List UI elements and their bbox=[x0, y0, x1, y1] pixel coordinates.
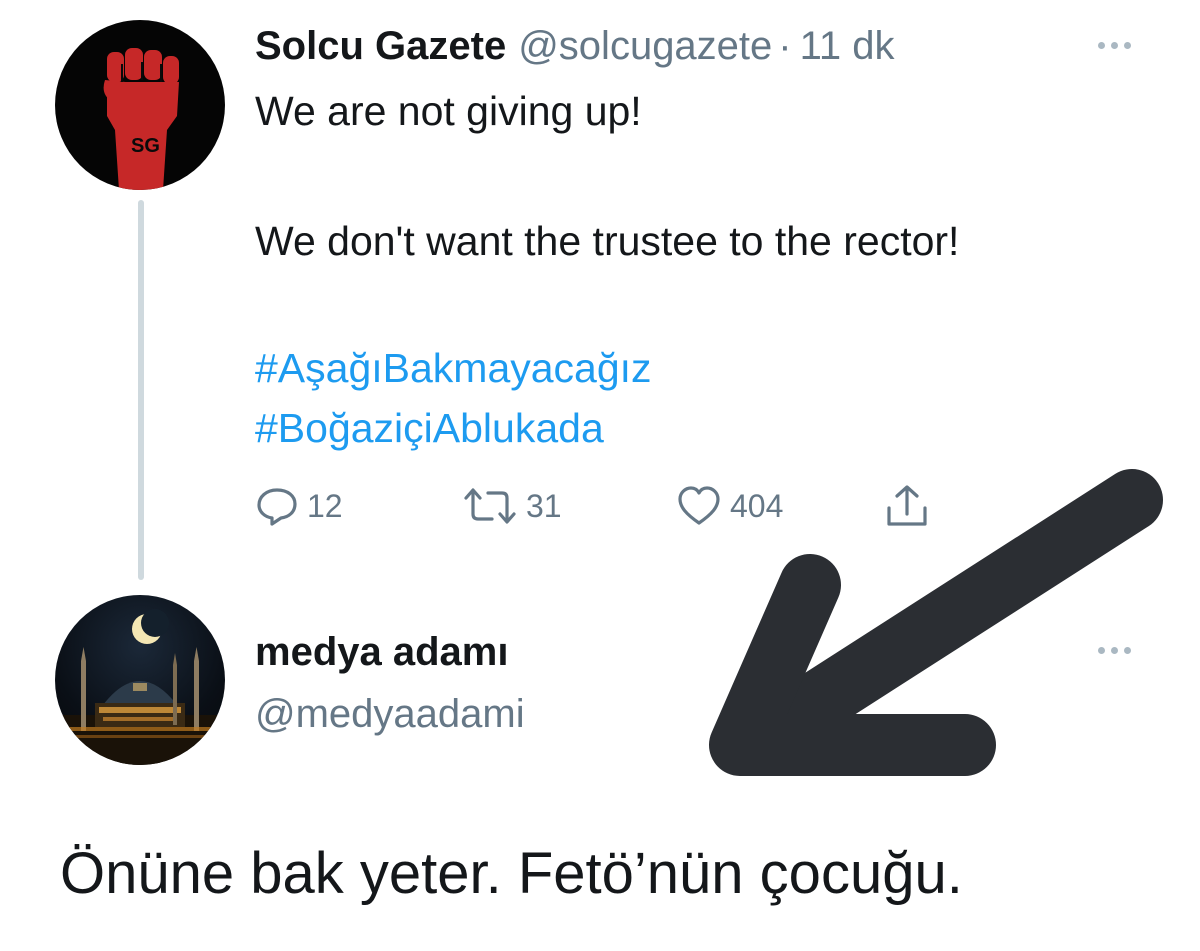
reply-count: 12 bbox=[307, 487, 343, 524]
reply-author-handle[interactable]: @medyaadami bbox=[255, 692, 525, 737]
avatar-medya-adami[interactable] bbox=[55, 595, 225, 765]
caption-text: Önüne bak yeter. Fetö’nün çocuğu. bbox=[60, 841, 963, 906]
tweet-time[interactable]: 11 dk bbox=[800, 24, 895, 69]
author-name[interactable]: Solcu Gazete bbox=[255, 24, 506, 69]
retweet-button[interactable]: 31 bbox=[462, 484, 562, 528]
thread-line bbox=[138, 200, 144, 580]
reply-author-name[interactable]: medya adamı bbox=[255, 630, 508, 675]
avatar-solcu-gazete[interactable]: SG bbox=[55, 20, 225, 190]
author-handle[interactable]: @solcugazete bbox=[518, 24, 772, 69]
hashtag-link[interactable]: #AşağıBakmayacağız bbox=[255, 345, 652, 392]
hashtag-link[interactable]: #BoğaziçiAblukada bbox=[255, 405, 604, 452]
retweet-count: 31 bbox=[526, 487, 562, 524]
separator-dot: · bbox=[778, 24, 792, 68]
more-icon[interactable] bbox=[1098, 42, 1131, 49]
arrow-annotation bbox=[709, 469, 1163, 776]
tweet-line-1: We are not giving up! bbox=[255, 88, 642, 134]
avatar-initials: SG bbox=[131, 135, 160, 157]
tweet-header: Solcu Gazete @solcugazete · 11 dk bbox=[255, 24, 895, 69]
mosque-night-image bbox=[55, 609, 225, 765]
reply-button[interactable]: 12 bbox=[255, 484, 343, 528]
reply-icon bbox=[257, 488, 297, 526]
tweet-line-2: We don't want the trustee to the rector! bbox=[255, 218, 960, 264]
fist-logo: SG bbox=[103, 48, 179, 190]
retweet-icon bbox=[464, 488, 516, 524]
